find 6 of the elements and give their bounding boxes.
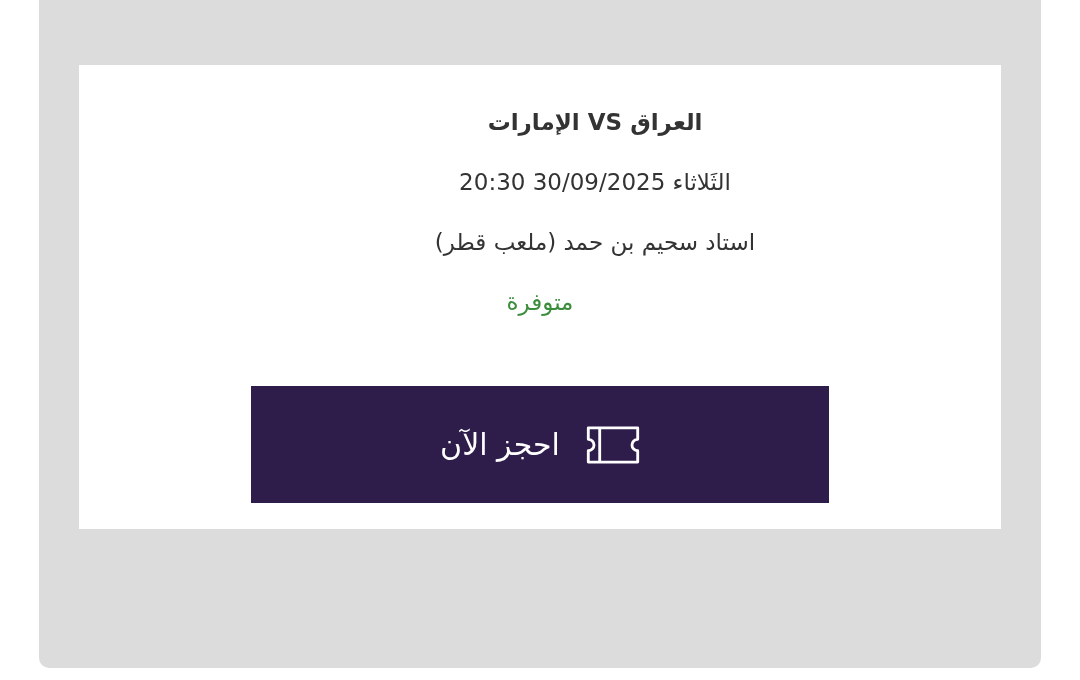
match-title: العراق VS الإمارات (487, 108, 703, 138)
ticket-icon (585, 425, 640, 464)
match-datetime: الثَلاثاء 30/09/2025 20:30 (459, 168, 731, 197)
book-now-button[interactable]: احجز الآن (251, 386, 829, 503)
availability-status: متوفرة (506, 288, 574, 318)
venue-text: استاد سحيم بن حمد (ملعب قطر) (434, 228, 756, 258)
